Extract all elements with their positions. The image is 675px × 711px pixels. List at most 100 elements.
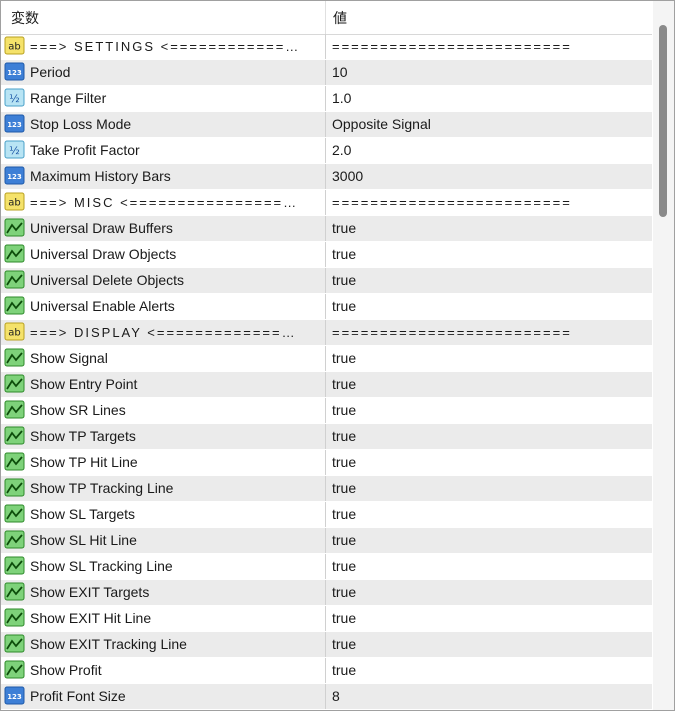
bool-type-icon	[4, 608, 25, 627]
parameter-value[interactable]: true	[332, 580, 647, 605]
string-type-icon: ab	[4, 322, 25, 341]
column-separator	[325, 606, 326, 631]
parameter-value[interactable]: true	[332, 554, 647, 579]
parameter-name: Show SL Tracking Line	[30, 558, 173, 574]
parameter-value[interactable]: true	[332, 658, 647, 683]
parameter-row[interactable]: Universal Delete Objects true	[1, 268, 652, 294]
parameter-value[interactable]: true	[332, 242, 647, 267]
parameter-row[interactable]: Universal Draw Buffers true	[1, 216, 652, 242]
parameter-name: Maximum History Bars	[30, 168, 171, 184]
parameter-value[interactable]: true	[332, 424, 647, 449]
parameter-row[interactable]: Show EXIT Tracking Line true	[1, 632, 652, 658]
parameter-value[interactable]: =========================	[332, 190, 647, 215]
parameter-row[interactable]: Universal Draw Objects true	[1, 242, 652, 268]
parameter-row[interactable]: Show SR Lines true	[1, 398, 652, 424]
vertical-scrollbar[interactable]	[653, 1, 674, 710]
parameter-name: Show TP Targets	[30, 428, 136, 444]
parameter-name: Show EXIT Tracking Line	[30, 636, 187, 652]
bool-type-icon	[4, 400, 25, 419]
parameter-row[interactable]: Show TP Hit Line true	[1, 450, 652, 476]
parameter-row[interactable]: Universal Enable Alerts true	[1, 294, 652, 320]
parameter-row[interactable]: Show Profit true	[1, 658, 652, 684]
column-separator	[325, 424, 326, 449]
parameter-value[interactable]: true	[332, 606, 647, 631]
parameter-value[interactable]: true	[332, 346, 647, 371]
parameter-value[interactable]: true	[332, 294, 647, 319]
parameter-name: Show Profit	[30, 662, 102, 678]
column-separator	[325, 450, 326, 475]
parameter-row[interactable]: ab ===> MISC <================… ==========…	[1, 190, 652, 216]
parameter-row[interactable]: 123 Period 10	[1, 60, 652, 86]
parameter-row[interactable]: Show Signal true	[1, 346, 652, 372]
parameter-row[interactable]: 123 Profit Font Size 8	[1, 684, 652, 710]
column-separator	[325, 86, 326, 111]
scrollbar-thumb[interactable]	[659, 25, 667, 217]
parameter-row[interactable]: Show EXIT Hit Line true	[1, 606, 652, 632]
integer-type-icon: 123	[4, 62, 25, 81]
column-separator	[325, 164, 326, 189]
parameter-value[interactable]: true	[332, 528, 647, 553]
parameter-value[interactable]: true	[332, 268, 647, 293]
parameter-list: ab ===> SETTINGS <============… ==========…	[1, 34, 652, 710]
parameter-value[interactable]: 10	[332, 60, 647, 85]
parameter-name: Range Filter	[30, 90, 107, 106]
parameter-row[interactable]: ½ Range Filter 1.0	[1, 86, 652, 112]
column-header-variable[interactable]: 変数	[11, 1, 39, 34]
parameter-value[interactable]: 1.0	[332, 86, 647, 111]
svg-text:123: 123	[7, 173, 22, 181]
parameter-value[interactable]: =========================	[332, 320, 647, 345]
parameter-value[interactable]: =========================	[332, 34, 647, 59]
parameter-value[interactable]: true	[332, 450, 647, 475]
svg-text:123: 123	[7, 121, 22, 129]
parameter-row[interactable]: Show TP Tracking Line true	[1, 476, 652, 502]
parameter-name: Show SL Hit Line	[30, 532, 137, 548]
parameter-value[interactable]: true	[332, 476, 647, 501]
parameter-value[interactable]: 2.0	[332, 138, 647, 163]
bool-type-icon	[4, 478, 25, 497]
bool-type-icon	[4, 296, 25, 315]
parameter-row[interactable]: Show SL Hit Line true	[1, 528, 652, 554]
parameter-value[interactable]: true	[332, 398, 647, 423]
column-separator	[325, 632, 326, 657]
parameter-value[interactable]: 8	[332, 684, 647, 709]
parameter-row[interactable]: 123 Maximum History Bars 3000	[1, 164, 652, 190]
parameter-row[interactable]: Show SL Tracking Line true	[1, 554, 652, 580]
parameter-row[interactable]: Show Entry Point true	[1, 372, 652, 398]
column-separator	[325, 138, 326, 163]
column-header-value[interactable]: 値	[333, 1, 347, 34]
parameter-row[interactable]: Show EXIT Targets true	[1, 580, 652, 606]
bool-type-icon	[4, 218, 25, 237]
bool-type-icon	[4, 452, 25, 471]
column-divider[interactable]	[325, 1, 326, 34]
parameter-name: Stop Loss Mode	[30, 116, 132, 132]
parameter-name: Show Entry Point	[30, 376, 138, 392]
svg-text:ab: ab	[8, 198, 20, 209]
parameter-value[interactable]: true	[332, 502, 647, 527]
column-separator	[325, 112, 326, 137]
parameter-name: Show EXIT Hit Line	[30, 610, 152, 626]
parameter-value[interactable]: 3000	[332, 164, 647, 189]
bool-type-icon	[4, 582, 25, 601]
parameter-row[interactable]: ½ Take Profit Factor 2.0	[1, 138, 652, 164]
column-separator	[325, 60, 326, 85]
string-type-icon: ab	[4, 192, 25, 211]
parameter-name: Universal Enable Alerts	[30, 298, 175, 314]
parameter-row[interactable]: 123 Stop Loss Mode Opposite Signal	[1, 112, 652, 138]
parameter-name: Show EXIT Targets	[30, 584, 150, 600]
parameter-row[interactable]: Show TP Targets true	[1, 424, 652, 450]
column-separator	[325, 242, 326, 267]
svg-text:123: 123	[7, 69, 22, 77]
parameter-name: Universal Draw Objects	[30, 246, 177, 262]
parameter-value[interactable]: true	[332, 216, 647, 241]
double-type-icon: ½	[4, 140, 25, 159]
parameter-value[interactable]: true	[332, 632, 647, 657]
parameter-row[interactable]: Show SL Targets true	[1, 502, 652, 528]
parameter-name: Period	[30, 64, 71, 80]
parameter-value[interactable]: Opposite Signal	[332, 112, 647, 137]
inputs-window: 変数 値 ab ===> SETTINGS <============… =====…	[0, 0, 675, 711]
parameter-row[interactable]: ab ===> SETTINGS <============… ==========…	[1, 34, 652, 60]
column-separator	[325, 528, 326, 553]
parameter-value[interactable]: true	[332, 372, 647, 397]
parameter-row[interactable]: ab ===> DISPLAY <=============… ==========…	[1, 320, 652, 346]
string-type-icon: ab	[4, 36, 25, 55]
